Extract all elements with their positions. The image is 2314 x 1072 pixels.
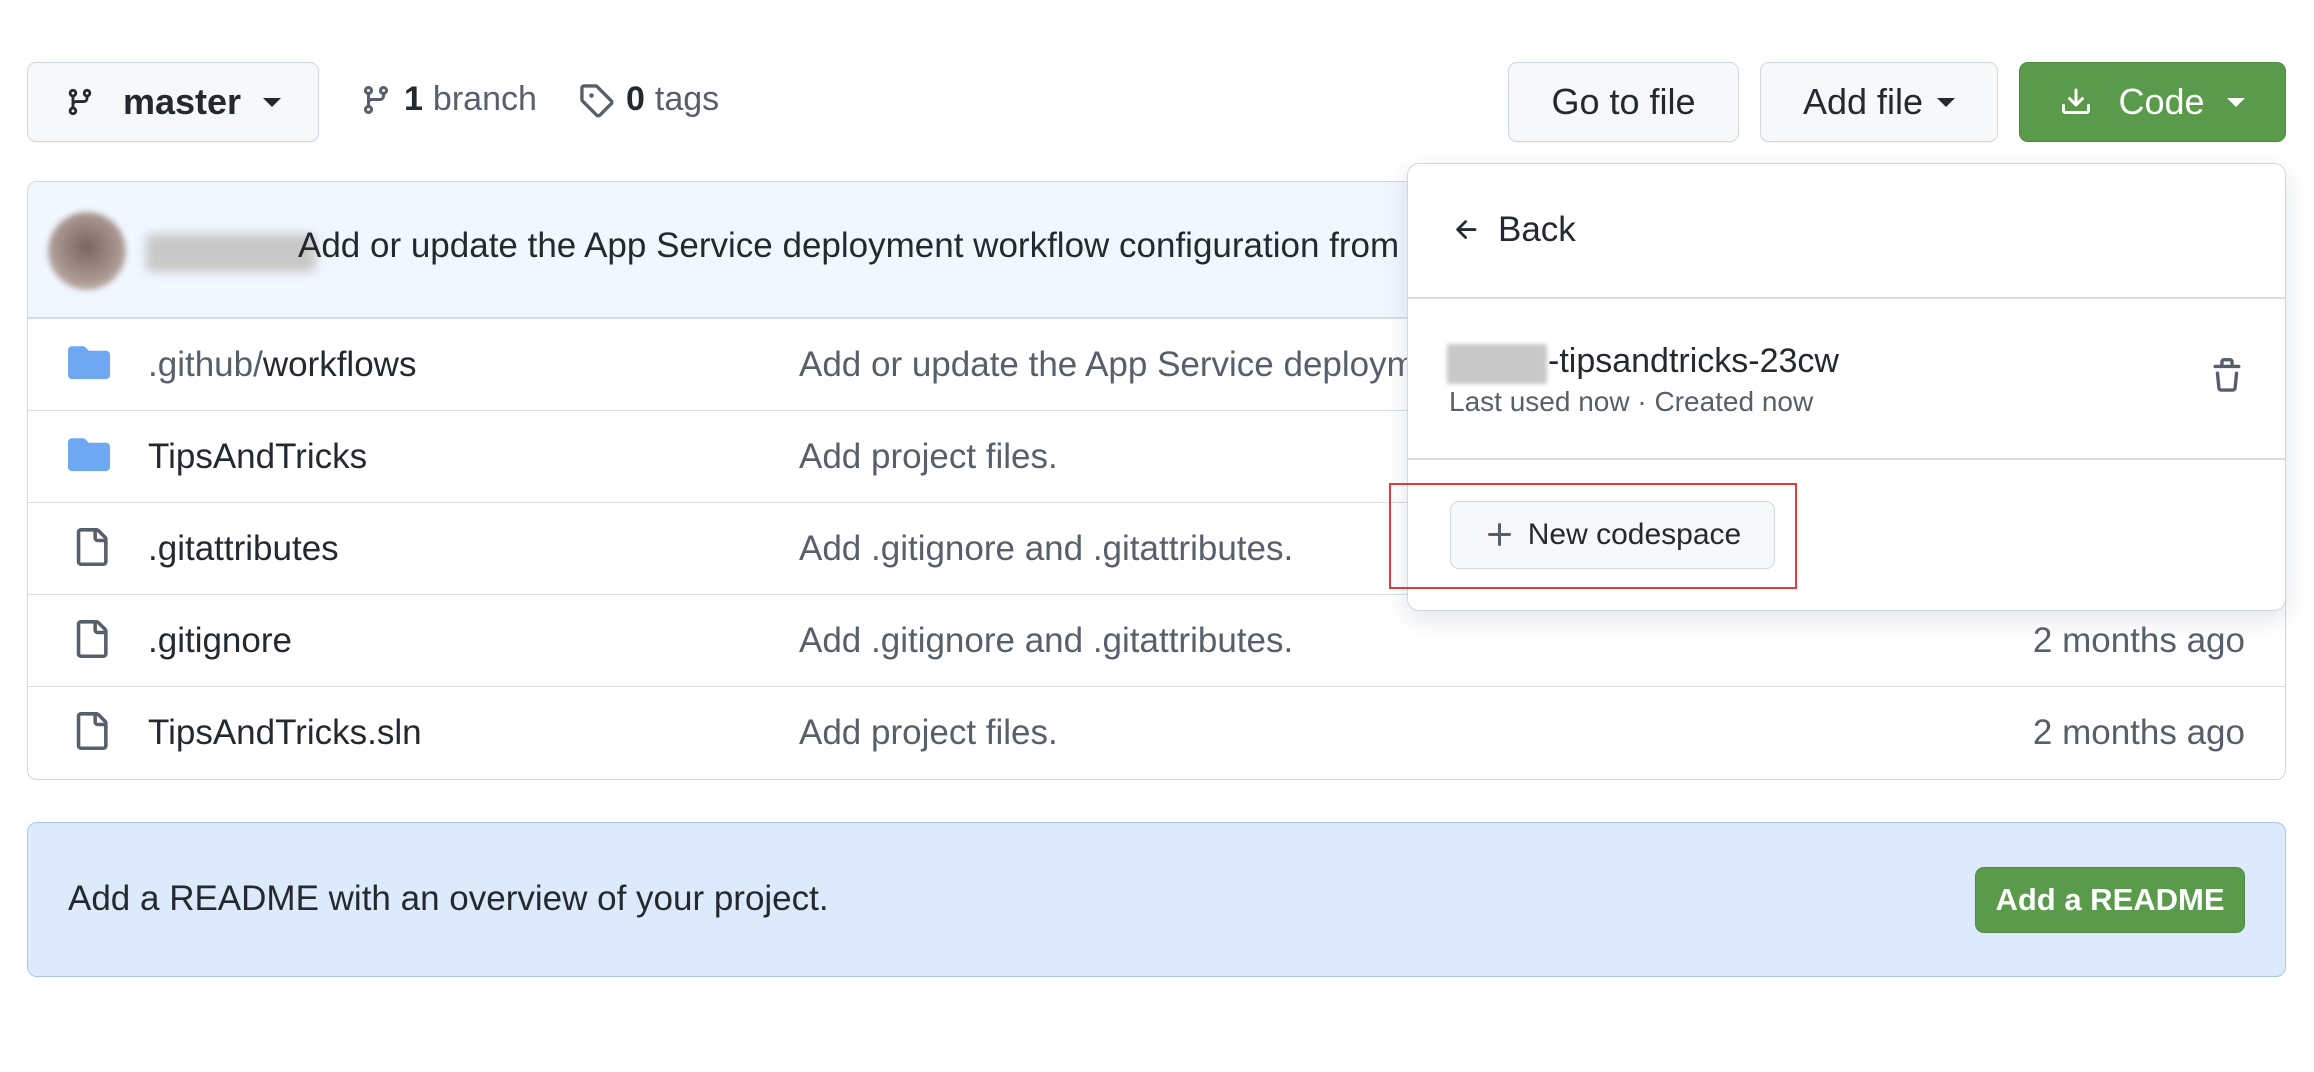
folder-icon bbox=[68, 346, 110, 380]
highlight-box bbox=[1389, 483, 1797, 589]
add-file-label: Add file bbox=[1802, 81, 1924, 122]
code-label: Code bbox=[2118, 81, 2205, 122]
table-row: TipsAndTricks.sln Add project files. 2 m… bbox=[28, 686, 2285, 778]
codespace-name-link[interactable]: -tipsandtricks-23cw bbox=[1548, 342, 1839, 381]
file-commit-message[interactable]: Add project files. bbox=[799, 437, 1058, 477]
file-name-link[interactable]: TipsAndTricks bbox=[148, 437, 367, 477]
file-name: workflows bbox=[262, 345, 417, 384]
file-icon bbox=[76, 528, 108, 566]
add-readme-button[interactable]: Add a README bbox=[1975, 867, 2245, 933]
tags-label: tags bbox=[654, 80, 720, 118]
branch-select-button[interactable]: master bbox=[27, 62, 319, 142]
git-branch-icon bbox=[68, 88, 92, 116]
tag-icon bbox=[580, 83, 614, 117]
add-file-button[interactable]: Add file bbox=[1760, 62, 1998, 142]
branches-link[interactable]: 1 branch bbox=[360, 80, 537, 119]
file-commit-message[interactable]: Add project files. bbox=[799, 713, 1058, 753]
commit-author-redacted bbox=[146, 234, 316, 272]
branches-count: 1 bbox=[404, 80, 423, 118]
go-to-file-label: Go to file bbox=[1551, 81, 1696, 122]
file-commit-message[interactable]: Add or update the App Service deploym bbox=[799, 345, 1416, 385]
chevron-down-icon bbox=[2226, 97, 2245, 107]
folder-icon bbox=[68, 438, 110, 472]
file-commit-message[interactable]: Add .gitignore and .gitattributes. bbox=[799, 621, 1293, 661]
readme-banner-text: Add a README with an overview of your pr… bbox=[68, 879, 829, 918]
file-icon bbox=[76, 620, 108, 658]
file-name-link[interactable]: .gitattributes bbox=[148, 529, 339, 569]
chevron-down-icon bbox=[1937, 97, 1956, 107]
tags-link[interactable]: 0 tags bbox=[578, 80, 719, 119]
branch-select-label: master bbox=[122, 81, 242, 122]
back-label: Back bbox=[1498, 210, 1576, 249]
download-icon bbox=[2062, 88, 2091, 114]
latest-commit-message[interactable]: Add or update the App Service deployment… bbox=[298, 226, 1399, 266]
divider bbox=[1408, 458, 2285, 460]
codespace-meta: Last used now · Created now bbox=[1449, 386, 1814, 417]
back-button[interactable]: Back bbox=[1452, 210, 1576, 250]
file-name-prefix: .github/ bbox=[148, 345, 263, 384]
codespace-owner-redacted bbox=[1447, 344, 1547, 384]
git-branch-icon bbox=[363, 85, 388, 114]
readme-banner: Add a README with an overview of your pr… bbox=[27, 822, 2286, 977]
file-age: 2 months ago bbox=[2032, 621, 2245, 660]
trash-icon[interactable] bbox=[2209, 356, 2245, 396]
chevron-down-icon bbox=[263, 97, 282, 107]
file-commit-message[interactable]: Add .gitignore and .gitattributes. bbox=[799, 529, 1293, 569]
branches-label: branch bbox=[432, 80, 537, 118]
file-name-link[interactable]: TipsAndTricks.sln bbox=[148, 713, 422, 753]
arrow-left-icon bbox=[1456, 220, 1477, 239]
go-to-file-button[interactable]: Go to file bbox=[1508, 62, 1739, 142]
divider bbox=[1408, 297, 2285, 299]
file-name-link[interactable]: .gitignore bbox=[148, 621, 292, 661]
file-age: 2 months ago bbox=[2032, 713, 2245, 752]
file-icon bbox=[76, 712, 108, 750]
avatar[interactable] bbox=[48, 212, 126, 290]
tags-count: 0 bbox=[626, 80, 645, 118]
file-name-link[interactable]: .github/workflows bbox=[148, 345, 416, 385]
code-button[interactable]: Code bbox=[2019, 62, 2286, 142]
